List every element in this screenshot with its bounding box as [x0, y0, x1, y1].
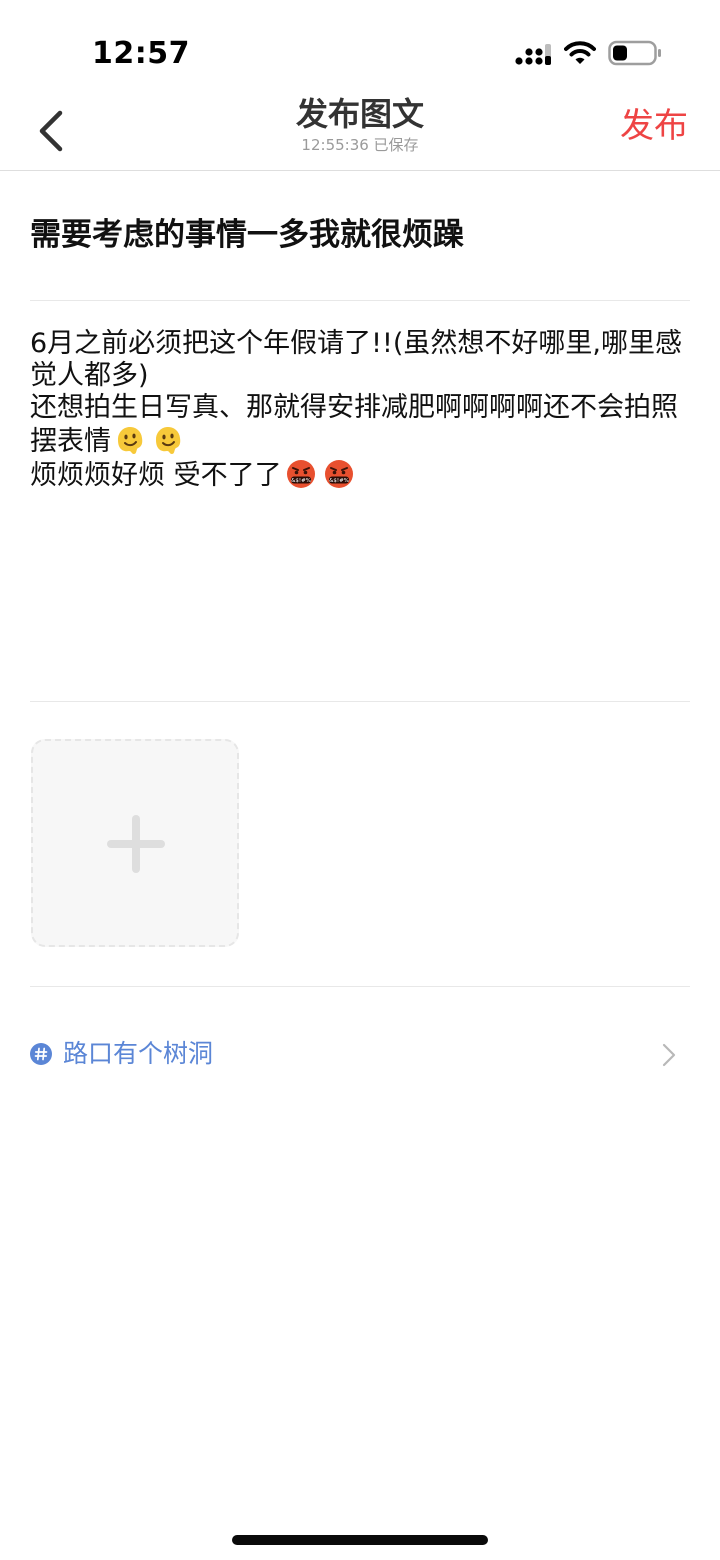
publish-button[interactable]: 发布 — [620, 104, 688, 148]
face-with-symbols-on-mouth-emoji-icon: &$!#% — [324, 460, 353, 488]
body-text: 6月之前必须把这个年假请了!!(虽然想不好哪里,哪里感觉人都多) — [30, 328, 682, 391]
home-indicator[interactable] — [232, 1535, 488, 1545]
body-line: 还想拍生日写真、那就得安排减肥啊啊啊啊还不会拍照摆表情 — [30, 392, 690, 458]
topic-selector[interactable]: 路口有个树洞 — [30, 1030, 690, 1078]
svg-text:&$!#%: &$!#% — [329, 478, 349, 484]
topic-label: 路口有个树洞 — [63, 1039, 214, 1068]
body-line: 6月之前必须把这个年假请了!!(虽然想不好哪里,哪里感觉人都多) — [30, 328, 690, 392]
page-title: 发布图文 — [295, 95, 424, 133]
battery-icon — [608, 40, 661, 66]
save-status-text: 12:55:36 已保存 — [301, 136, 419, 154]
cellular-signal-icon — [515, 44, 551, 65]
nav-header: 发布图文 12:55:36 已保存 发布 — [0, 90, 720, 171]
post-body-input[interactable]: 6月之前必须把这个年假请了!!(虽然想不好哪里,哪里感觉人都多) 还想拍生日写真… — [30, 328, 690, 492]
post-title-input[interactable]: 需要考虑的事情一多我就很烦躁 — [30, 212, 690, 258]
body-line: 烦烦烦好烦 受不了了 &$!#% &$!#% — [30, 458, 690, 492]
melting-face-emoji-icon — [155, 426, 181, 454]
melting-face-emoji-icon — [117, 426, 143, 454]
status-time: 12:57 — [92, 36, 190, 71]
wifi-icon — [564, 41, 596, 64]
divider — [30, 300, 690, 301]
status-bar: 12:57 — [0, 0, 720, 90]
divider — [30, 701, 690, 702]
chevron-right-icon — [662, 1043, 676, 1067]
svg-text:&$!#%: &$!#% — [291, 478, 311, 484]
add-image-button[interactable] — [31, 739, 239, 947]
hash-icon — [30, 1043, 52, 1065]
face-with-symbols-on-mouth-emoji-icon: &$!#% — [286, 460, 315, 488]
divider — [30, 986, 690, 987]
body-text: 烦烦烦好烦 受不了了 — [30, 460, 282, 491]
plus-icon — [107, 815, 165, 873]
